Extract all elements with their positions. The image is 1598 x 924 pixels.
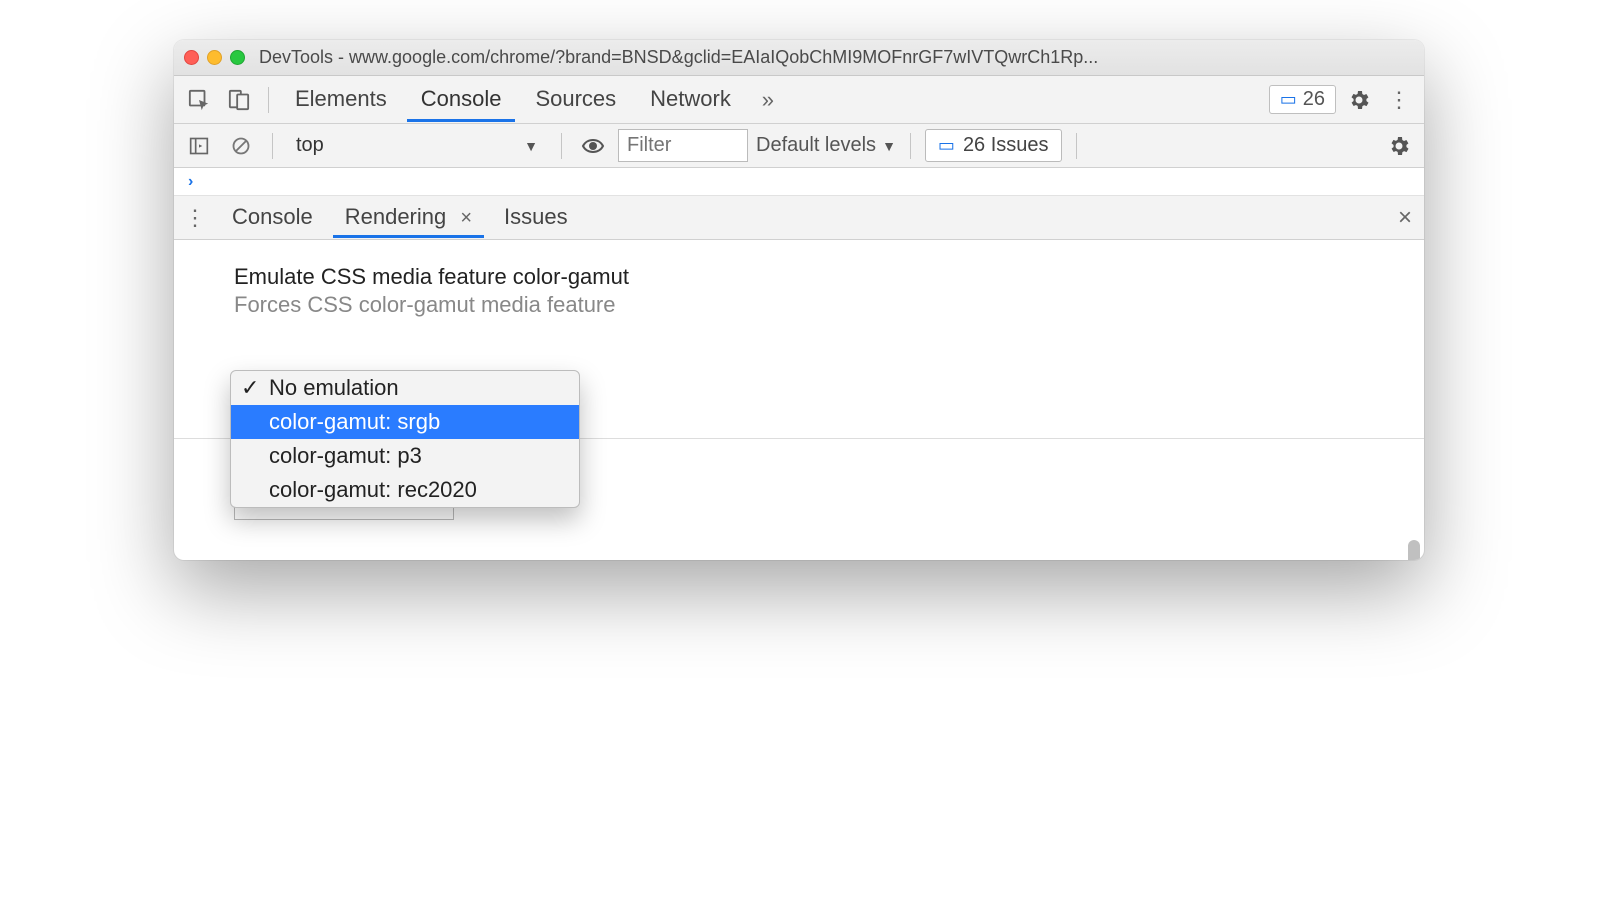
dropdown-option-label: color-gamut: p3 [269,443,422,469]
scrollbar-thumb[interactable] [1408,540,1420,560]
device-toolbar-icon[interactable] [222,83,256,117]
close-tab-icon[interactable]: × [460,207,472,229]
zoom-window-button[interactable] [230,50,245,65]
issues-icon: ▭ [1280,89,1297,110]
separator [1076,133,1077,159]
tab-console[interactable]: Console [407,78,516,122]
tab-sources[interactable]: Sources [521,78,630,122]
devtools-window: DevTools - www.google.com/chrome/?brand=… [174,40,1424,560]
color-gamut-dropdown: ✓ No emulation color-gamut: srgb color-g… [230,370,580,508]
dropdown-option-no-emulation[interactable]: ✓ No emulation [231,371,579,405]
traffic-lights [184,50,245,65]
close-window-button[interactable] [184,50,199,65]
issues-count: 26 [1303,88,1325,111]
chevron-down-icon: ▼ [882,138,896,154]
drawer-tab-rendering-label: Rendering [345,204,447,229]
titlebar: DevTools - www.google.com/chrome/?brand=… [174,40,1424,76]
clear-console-icon[interactable] [224,129,258,163]
drawer-tab-rendering[interactable]: Rendering × [333,198,484,238]
dropdown-option-label: color-gamut: rec2020 [269,477,477,503]
issues-badge[interactable]: ▭ 26 [1269,85,1336,114]
dropdown-option-label: color-gamut: srgb [269,409,440,435]
separator [561,133,562,159]
drawer-tab-console[interactable]: Console [220,198,325,238]
window-title: DevTools - www.google.com/chrome/?brand=… [259,47,1414,68]
more-tabs-icon[interactable]: » [751,83,785,117]
main-toolbar: Elements Console Sources Network » ▭ 26 … [174,76,1424,124]
dropdown-option-rec2020[interactable]: color-gamut: rec2020 [231,473,579,507]
issues-button-label: 26 Issues [963,134,1049,157]
show-console-sidebar-icon[interactable] [182,129,216,163]
separator [910,133,911,159]
dropdown-option-p3[interactable]: color-gamut: p3 [231,439,579,473]
checkmark-icon: ✓ [241,375,259,401]
console-toolbar: top ▼ Default levels ▼ ▭ 26 Issues [174,124,1424,168]
inspect-element-icon[interactable] [182,83,216,117]
minimize-window-button[interactable] [207,50,222,65]
prompt-caret-icon: › [188,173,193,191]
console-settings-icon[interactable] [1382,129,1416,163]
drawer-kebab-icon[interactable]: ⋮ [178,201,212,235]
separator [268,87,269,113]
kebab-menu-icon[interactable]: ⋮ [1382,83,1416,117]
dropdown-option-srgb[interactable]: color-gamut: srgb [231,405,579,439]
drawer-tabs: ⋮ Console Rendering × Issues × [174,196,1424,240]
console-prompt[interactable]: › [174,168,1424,196]
log-levels-label: Default levels [756,134,876,157]
tab-elements[interactable]: Elements [281,78,401,122]
filter-input[interactable] [618,129,748,162]
chevron-down-icon: ▼ [524,138,538,154]
close-drawer-icon[interactable]: × [1398,204,1412,232]
tab-network[interactable]: Network [636,78,745,122]
execution-context-value: top [296,134,324,157]
settings-icon[interactable] [1342,83,1376,117]
execution-context-select[interactable]: top ▼ [287,131,547,160]
rendering-panel: Emulate CSS media feature color-gamut Fo… [174,240,1424,560]
emulate-color-gamut-subtitle: Forces CSS color-gamut media feature [234,292,1384,318]
dropdown-option-label: No emulation [269,375,399,401]
issues-button[interactable]: ▭ 26 Issues [925,129,1062,162]
issues-icon: ▭ [938,135,955,156]
log-levels-select[interactable]: Default levels ▼ [756,134,896,157]
emulate-color-gamut-title: Emulate CSS media feature color-gamut [234,264,1384,290]
separator [272,133,273,159]
live-expression-icon[interactable] [576,129,610,163]
drawer-tab-issues[interactable]: Issues [492,198,580,238]
